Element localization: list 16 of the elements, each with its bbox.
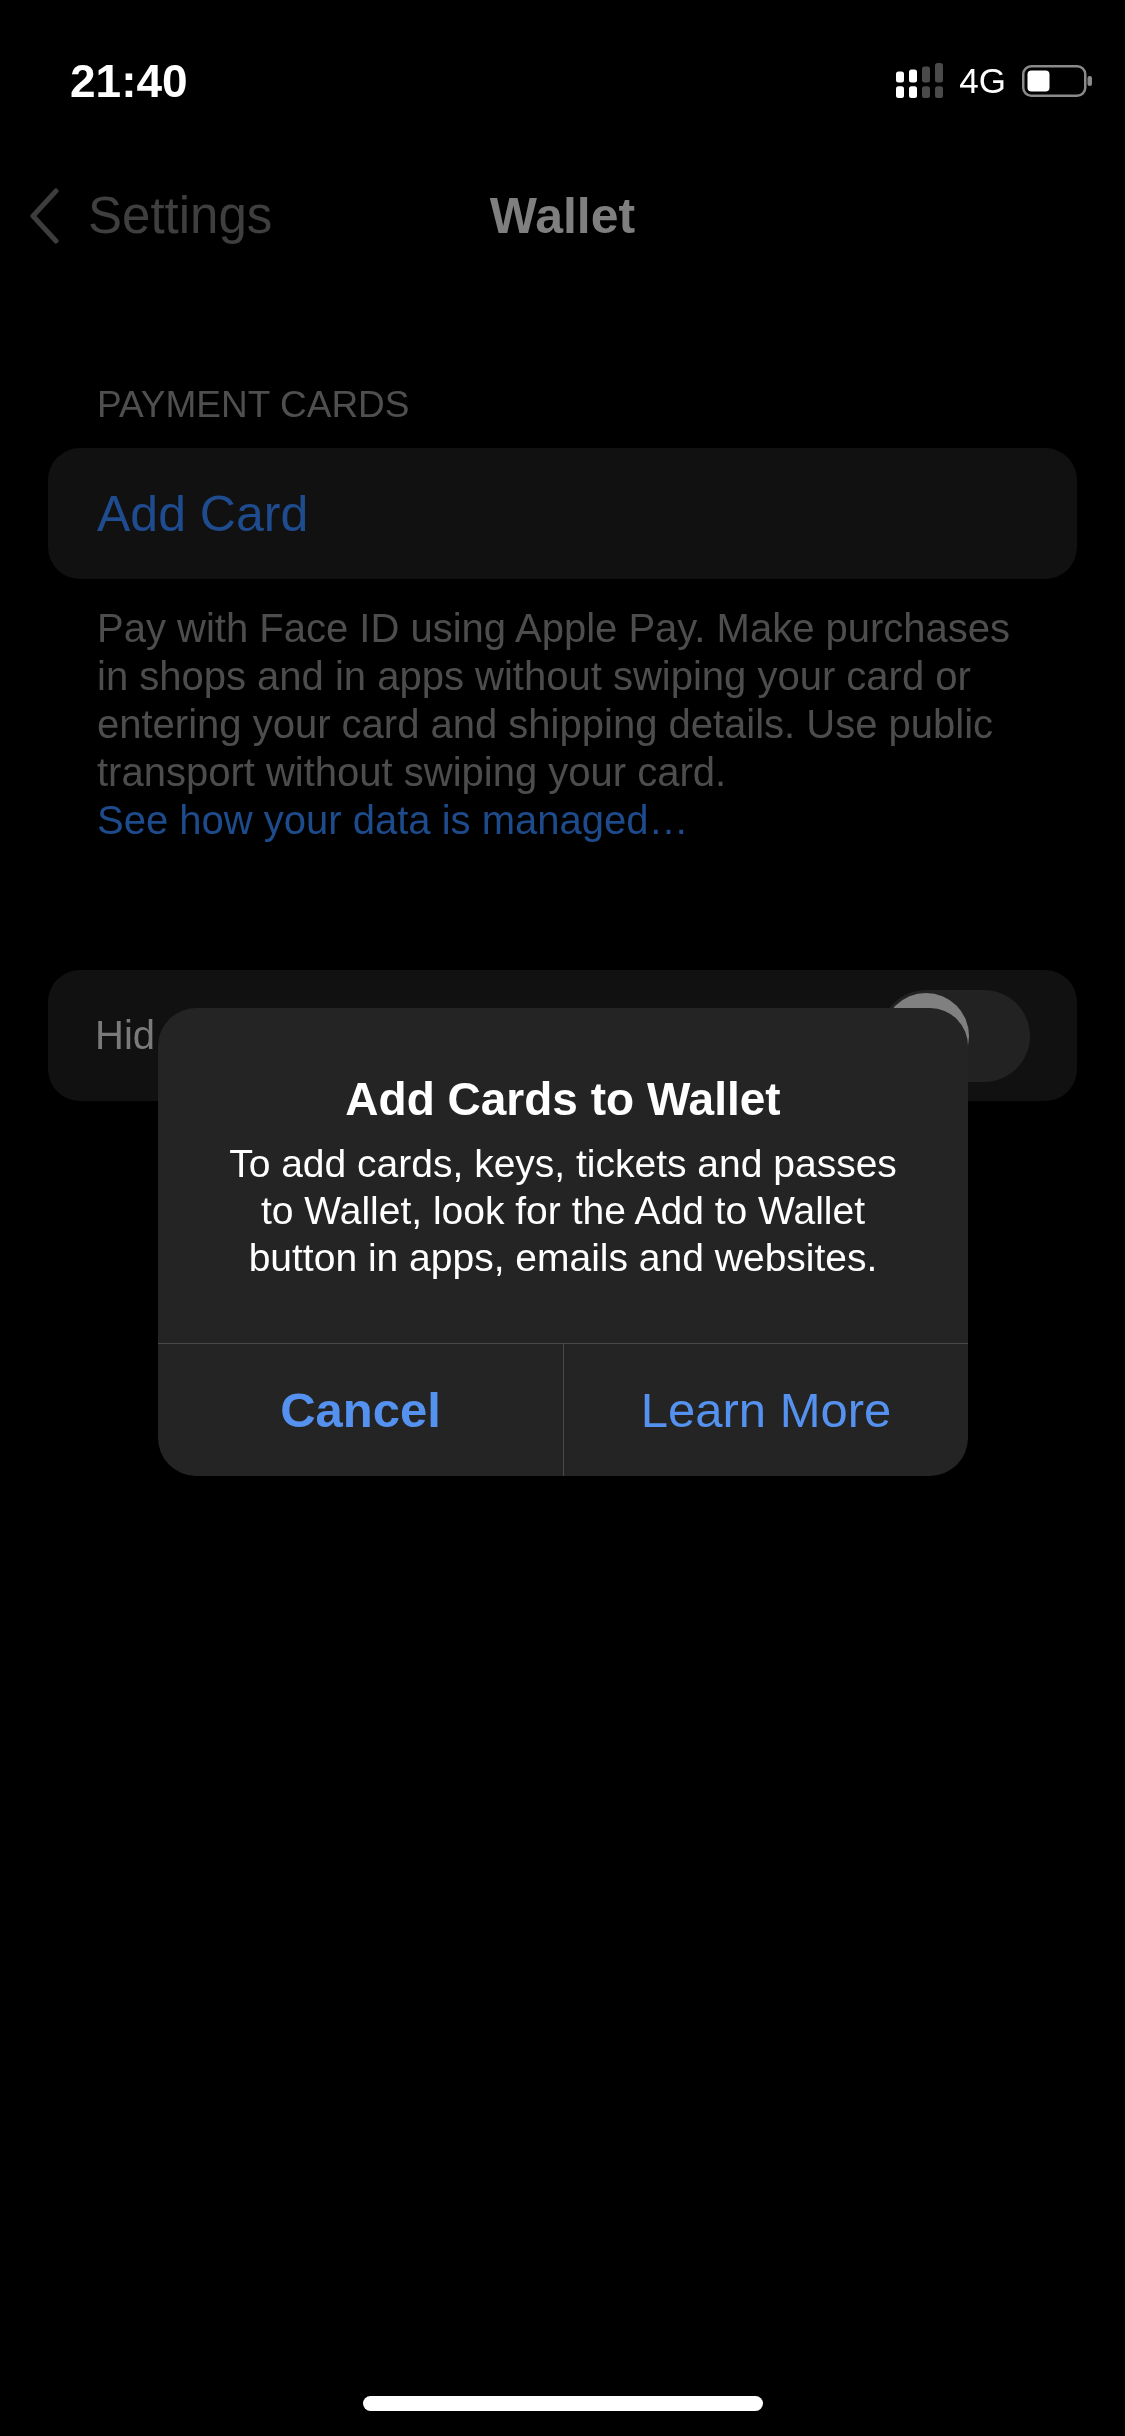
section-footer-text: Pay with Face ID using Apple Pay. Make purchases in shops and in apps without swiping your card or entering your card and shipping details. Use public transport without swiping your card. See how your data is managed…: [97, 605, 1012, 844]
cancel-button[interactable]: Cancel: [158, 1344, 563, 1476]
network-type: 4G: [959, 63, 1006, 98]
battery-icon: [1022, 64, 1092, 97]
list-action-button[interactable]: Add Card: [48, 448, 1077, 579]
section-header: PAYMENT CARDS: [97, 384, 410, 426]
data-management-link[interactable]: See how your data is managed…: [97, 798, 689, 842]
back-button[interactable]: Settings: [28, 186, 273, 246]
nav-title: Wallet: [489, 187, 636, 245]
alert-message: To add cards, keys, tickets and passes to Wallet, look for the Add to Wallet button in apps, emails and websites.: [228, 1141, 898, 1281]
action-button[interactable]: Learn More: [563, 1344, 968, 1476]
row-label: Hid: [95, 1013, 156, 1058]
alert-title: Add Cards to Wallet: [345, 1072, 781, 1127]
chevron-left-icon: [28, 188, 60, 244]
status-time: 21:40: [70, 54, 188, 108]
signal-icon: [896, 63, 944, 98]
